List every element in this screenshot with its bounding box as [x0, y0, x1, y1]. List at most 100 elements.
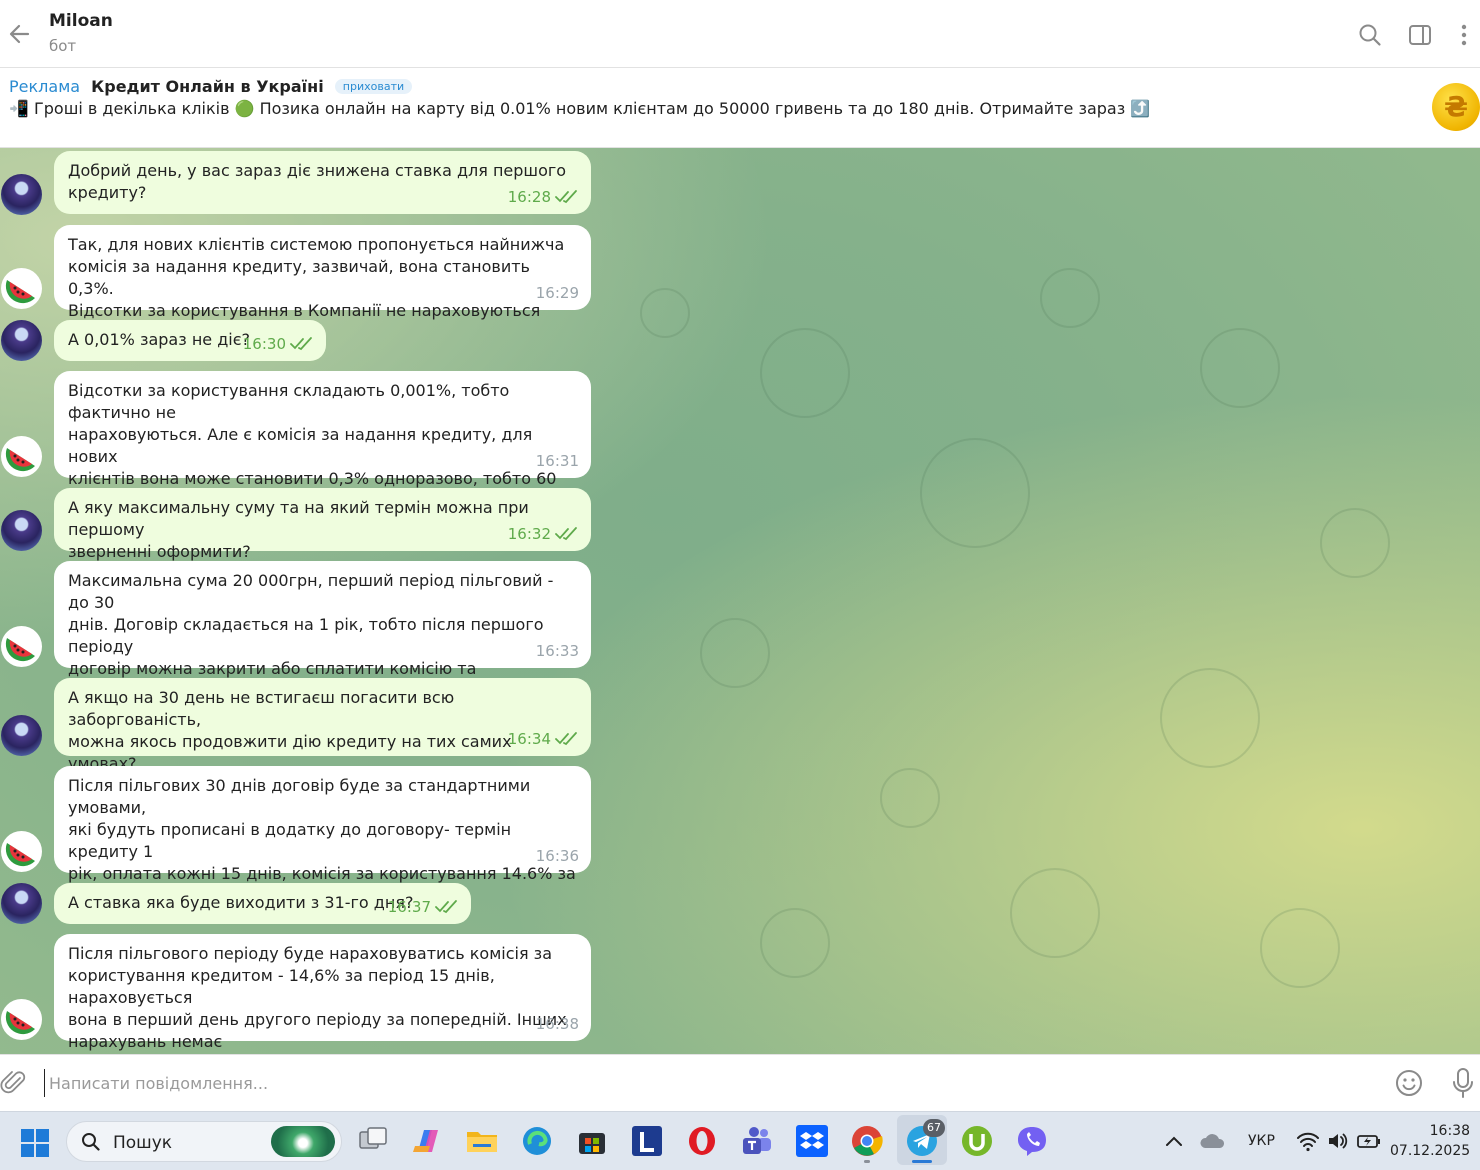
chat-area[interactable]: Добрий день, у вас зараз діє знижена ста…: [0, 148, 1480, 1054]
task-view-icon[interactable]: [356, 1124, 390, 1158]
message-bubble[interactable]: Так, для нових клієнтів системою пропону…: [54, 225, 591, 320]
ad-text: 📲 Гроші в декілька кліків 🟢 Позика онлай…: [9, 99, 1151, 118]
message-bubble[interactable]: Добрий день, у вас зараз діє знижена ста…: [54, 151, 591, 214]
background-doodle: [760, 908, 830, 978]
user-avatar[interactable]: [1, 174, 42, 215]
copilot-icon[interactable]: [410, 1124, 444, 1158]
message-meta: 16:31: [536, 450, 579, 472]
edge-browser-icon[interactable]: [520, 1124, 554, 1158]
sponsored-banner[interactable]: Реклама Кредит Онлайн в Україні приховат…: [0, 69, 1480, 148]
background-doodle: [1160, 668, 1260, 768]
watermelon-icon: [5, 638, 36, 662]
message-time: 16:30: [242, 335, 286, 353]
attach-paperclip-icon[interactable]: [0, 1069, 28, 1097]
double-check-icon: [435, 900, 457, 914]
taskbar-search[interactable]: Пошук: [66, 1121, 342, 1162]
emoji-icon[interactable]: [1394, 1068, 1424, 1098]
background-doodle: [1040, 268, 1100, 328]
message-meta: 16:38: [536, 1013, 579, 1035]
bot-avatar[interactable]: [1, 268, 42, 309]
keyboard-language[interactable]: УКР: [1248, 1133, 1275, 1149]
user-avatar[interactable]: [1, 715, 42, 756]
message-bubble[interactable]: А 0,01% зараз не діє? 16:30: [54, 320, 326, 361]
chat-title[interactable]: Miloan: [49, 11, 113, 31]
onedrive-cloud-icon[interactable]: [1198, 1126, 1228, 1156]
clock-date: 07.12.2025: [1390, 1143, 1471, 1159]
watermelon-icon: [5, 843, 36, 867]
message-time: 16:28: [507, 188, 551, 206]
taskbar-clock[interactable]: 16:38 07.12.2025: [1390, 1121, 1470, 1161]
teams-icon[interactable]: [740, 1124, 774, 1158]
sidebar-toggle-icon[interactable]: [1407, 22, 1433, 48]
user-avatar[interactable]: [1, 883, 42, 924]
message-meta: 16:29: [536, 282, 579, 304]
message-bubble[interactable]: А яку максимальну суму та на який термін…: [54, 488, 591, 561]
windows-start-icon[interactable]: [20, 1128, 50, 1158]
chrome-running-indicator: [864, 1160, 870, 1163]
file-explorer-icon[interactable]: [465, 1124, 499, 1158]
background-doodle: [1260, 908, 1340, 988]
message-time: 16:32: [507, 525, 551, 543]
background-doodle: [880, 768, 940, 828]
message-bubble[interactable]: Відсотки за користування складають 0,001…: [54, 371, 591, 532]
message-bubble[interactable]: Максимальна сума 20 000грн, перший періо…: [54, 561, 591, 722]
volume-icon[interactable]: [1326, 1128, 1350, 1154]
background-doodle: [700, 618, 770, 688]
message-bubble[interactable]: Після пільгового періоду буде нараховува…: [54, 934, 591, 1051]
ad-label: Реклама: [9, 77, 81, 96]
message-input[interactable]: [44, 1069, 1344, 1097]
l-app-icon[interactable]: [630, 1124, 664, 1158]
double-check-icon: [555, 190, 577, 204]
bot-avatar[interactable]: [1, 436, 42, 477]
message-text: Так, для нових клієнтів системою пропону…: [68, 235, 565, 320]
message-text: Добрий день, у вас зараз діє знижена ста…: [68, 161, 567, 202]
message-text: Після пільгового періоду буде нараховува…: [68, 944, 567, 1051]
back-arrow-icon[interactable]: [6, 20, 34, 48]
telegram-active-indicator: [912, 1160, 932, 1163]
bot-avatar[interactable]: [1, 831, 42, 872]
chat-subtitle: бот: [49, 37, 77, 55]
message-time: 16:37: [387, 898, 431, 916]
message-bubble[interactable]: А якщо на 30 день не встигаєш погасити в…: [54, 678, 591, 773]
telegram-unread-badge: 67: [923, 1119, 945, 1137]
ad-header: Реклама Кредит Онлайн в Україні приховат…: [9, 77, 413, 96]
background-doodle: [640, 288, 690, 338]
double-check-icon: [555, 527, 577, 541]
viber-icon[interactable]: [1015, 1124, 1049, 1158]
message-text: А яку максимальну суму та на який термін…: [68, 498, 529, 561]
message-bubble[interactable]: Після пільгових 30 днів договір буде за …: [54, 766, 591, 905]
battery-charging-icon[interactable]: [1356, 1128, 1382, 1154]
message-composer: [0, 1054, 1480, 1111]
user-avatar[interactable]: [1, 320, 42, 361]
more-vertical-icon[interactable]: [1451, 22, 1477, 48]
taskbar-search-placeholder: Пошук: [113, 1133, 173, 1153]
message-time: 16:36: [535, 847, 579, 865]
message-time: 16:38: [535, 1015, 579, 1033]
bot-avatar[interactable]: [1, 626, 42, 667]
message-meta: 16:30: [243, 333, 314, 355]
message-text: А якщо на 30 день не встигаєш погасити в…: [68, 688, 512, 773]
message-bubble[interactable]: А ставка яка буде виходити з 31-го дня? …: [54, 883, 471, 924]
message-time: 16:34: [507, 730, 551, 748]
ad-hide-button[interactable]: приховати: [334, 79, 413, 94]
chrome-browser-icon[interactable]: [850, 1124, 884, 1158]
dropbox-icon[interactable]: [795, 1124, 829, 1158]
opera-browser-icon[interactable]: [685, 1124, 719, 1158]
search-icon: [82, 1133, 100, 1151]
microphone-icon[interactable]: [1450, 1067, 1476, 1099]
message-time: 16:31: [535, 452, 579, 470]
search-icon[interactable]: [1357, 22, 1383, 48]
wifi-icon[interactable]: [1296, 1128, 1320, 1154]
double-check-icon: [555, 732, 577, 746]
search-highlight-image: [271, 1126, 335, 1157]
watermelon-icon: [5, 1011, 36, 1035]
message-meta: 16:34: [508, 728, 579, 750]
bot-avatar[interactable]: [1, 999, 42, 1040]
user-avatar[interactable]: [1, 510, 42, 551]
utorrent-icon[interactable]: [960, 1124, 994, 1158]
ad-title[interactable]: Кредит Онлайн в Україні: [91, 77, 324, 96]
microsoft-store-icon[interactable]: [575, 1124, 609, 1158]
message-time: 16:33: [535, 642, 579, 660]
chevron-up-icon[interactable]: [1162, 1126, 1186, 1156]
ad-coin-logo: ₴: [1432, 83, 1480, 131]
